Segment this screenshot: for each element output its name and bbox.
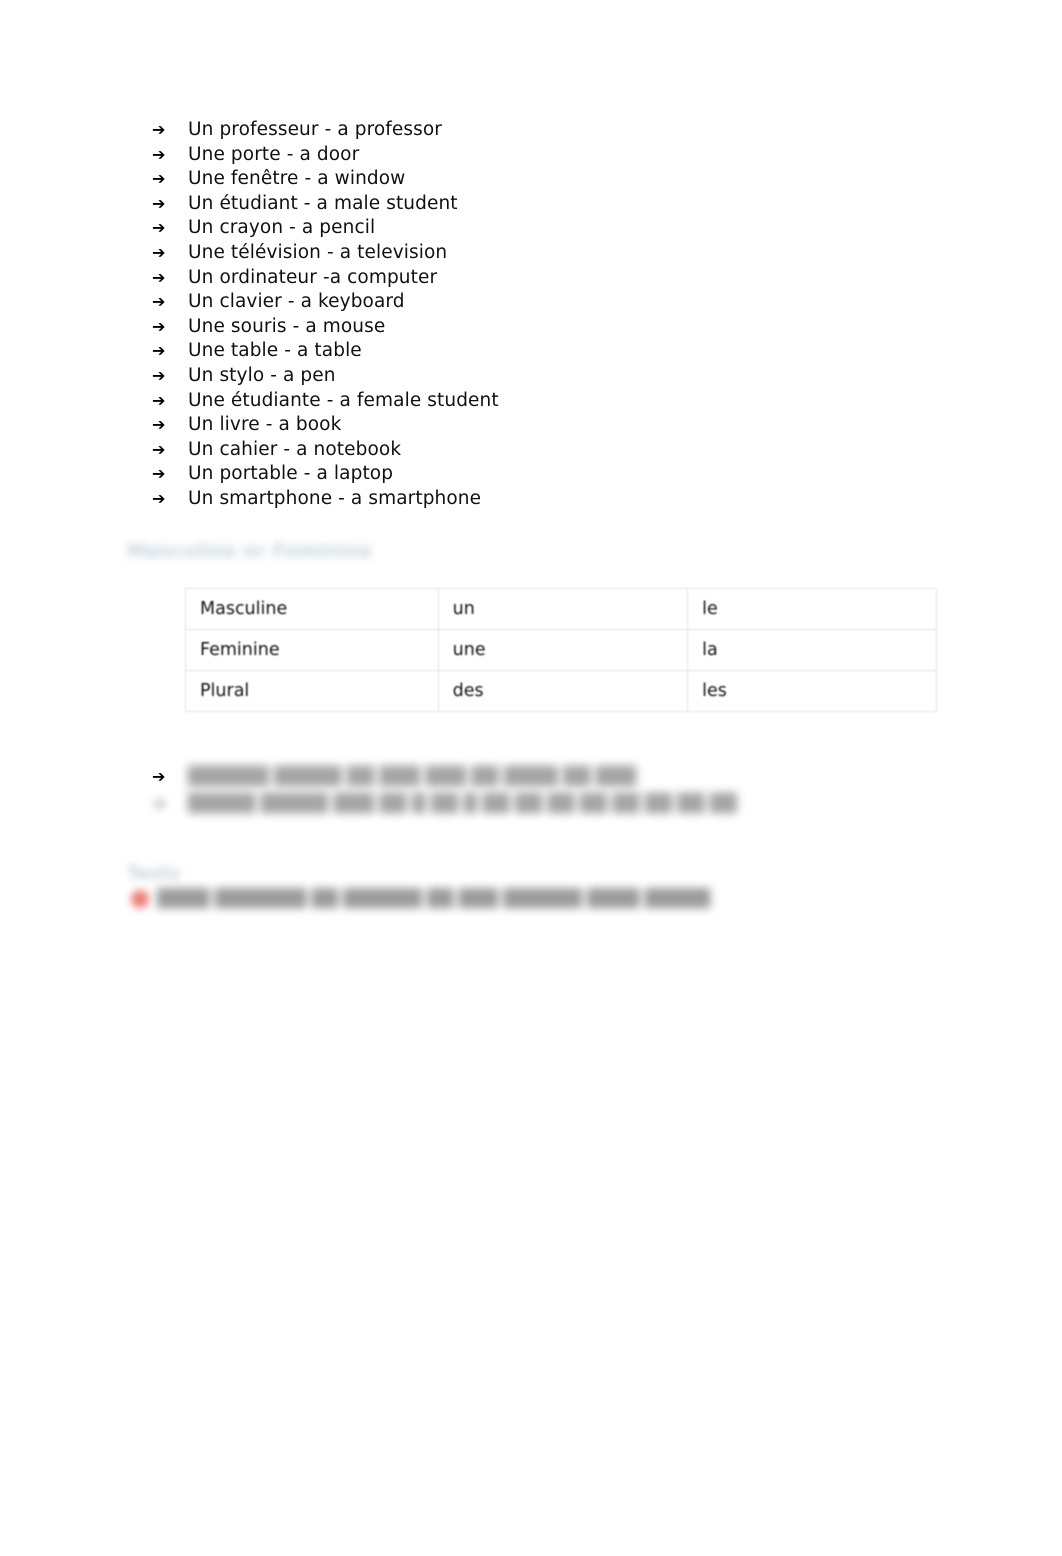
article-table: Masculine un le Feminine une la Plural d… xyxy=(185,588,937,712)
list-item: ➔ Un ordinateur -a computer xyxy=(152,267,912,292)
vocabulary-entry: Un stylo - a pen xyxy=(188,364,336,386)
table-cell-gender: Feminine xyxy=(185,629,439,671)
table-cell-definite: la xyxy=(687,629,937,671)
list-item: ➔ ██████ █████ ██ ███ ███ ██ ████ ██ ███ xyxy=(152,765,852,790)
table-cell-definite: les xyxy=(687,670,937,712)
list-item: ➔ Une télévision - a television xyxy=(152,242,912,267)
arrow-bullet-icon: ➔ xyxy=(152,242,166,262)
arrow-bullet-icon: ➔ xyxy=(152,169,166,189)
arrow-bullet-icon: ➔ xyxy=(152,120,166,139)
vocabulary-entry: Une table - a table xyxy=(188,340,362,362)
document-page: ➔ Un professeur - a professor ➔ Une port… xyxy=(0,0,1062,1556)
vocabulary-entry: Une télévision - a television xyxy=(188,241,448,263)
arrow-bullet-icon: ➔ xyxy=(152,464,166,484)
vocabulary-entry: Un portable - a laptop xyxy=(188,463,394,485)
vocabulary-entry: Un étudiant - a male student xyxy=(188,192,458,214)
list-item: ➔ Une table - a table xyxy=(152,340,912,365)
list-item: ➔ Un stylo - a pen xyxy=(152,365,912,390)
notes-list: ➔ ██████ █████ ██ ███ ███ ██ ████ ██ ███… xyxy=(152,765,852,820)
list-item: ➔ Un cahier - a notebook xyxy=(152,439,912,464)
list-item: ➔ Un smartphone - a smartphone xyxy=(152,488,912,513)
list-item: ➔ Un clavier - a keyboard xyxy=(152,291,912,316)
arrow-bullet-icon: ➔ xyxy=(152,415,166,435)
arrow-bullet-icon: ➔ xyxy=(152,439,166,459)
list-item: ➔ █████ █████ ███ ██ █ ██ █ ██ ██ ██ ██ … xyxy=(152,792,852,817)
arrow-bullet-icon: ➔ xyxy=(152,218,166,238)
note-text: ██████ █████ ██ ███ ███ ██ ████ ██ ███ xyxy=(188,767,637,787)
vocabulary-entry: Une porte - a door xyxy=(188,143,360,165)
arrow-bullet-icon: ➔ xyxy=(152,316,166,336)
note-text: █████ █████ ███ ██ █ ██ █ ██ ██ ██ ██ ██… xyxy=(188,794,737,815)
list-item: ➔ Une porte - a door xyxy=(152,144,912,169)
list-item: ➔ Une fenêtre - a window xyxy=(152,168,912,193)
arrow-bullet-icon: ➔ xyxy=(152,365,166,385)
vocabulary-entry: Une souris - a mouse xyxy=(188,315,386,337)
table-row: Plural des les xyxy=(185,670,937,712)
table-cell-indefinite: une xyxy=(437,629,689,671)
list-item: ➔ Un portable - a laptop xyxy=(152,463,912,488)
vocabulary-list: ➔ Un professeur - a professor ➔ Une port… xyxy=(152,119,912,513)
list-item: ➔ Un crayon - a pencil xyxy=(152,217,912,242)
arrow-bullet-icon: ➔ xyxy=(152,767,166,786)
list-item: ➔ Une souris - a mouse xyxy=(152,316,912,341)
vocabulary-entry: Un smartphone - a smartphone xyxy=(188,487,482,509)
arrow-bullet-icon: ➔ xyxy=(152,292,166,312)
table-cell-definite: le xyxy=(687,588,937,630)
list-item: ➔ Un professeur - a professor xyxy=(152,119,912,144)
arrow-bullet-icon: ➔ xyxy=(152,267,166,287)
vocabulary-entry: Un professeur - a professor xyxy=(188,119,443,140)
vocabulary-entry: Une étudiante - a female student xyxy=(188,389,499,411)
table-row: Feminine une la xyxy=(185,629,937,671)
vocabulary-entry: Un ordinateur -a computer xyxy=(188,266,438,288)
vocabulary-entry: Un crayon - a pencil xyxy=(188,217,376,239)
arrow-bullet-icon: ➔ xyxy=(152,193,166,213)
section-heading-gender: Masculine or Feminine xyxy=(127,540,372,562)
vocabulary-entry: Un cahier - a notebook xyxy=(188,438,402,460)
arrow-bullet-icon: ➔ xyxy=(152,341,166,361)
section-heading-tests: Tests xyxy=(127,863,181,884)
table-cell-gender: Plural xyxy=(185,670,439,712)
list-item: ➔ Un étudiant - a male student xyxy=(152,193,912,218)
arrow-bullet-icon: ➔ xyxy=(152,488,166,508)
vocabulary-entry: Un livre - a book xyxy=(188,414,342,436)
list-item: ➔ Une étudiante - a female student xyxy=(152,390,912,415)
arrow-bullet-icon: ➔ xyxy=(152,794,166,814)
arrow-bullet-icon: ➔ xyxy=(152,390,166,410)
table-row: Masculine un le xyxy=(185,588,937,630)
table-cell-gender: Masculine xyxy=(185,588,439,630)
vocabulary-entry: Un clavier - a keyboard xyxy=(188,291,405,313)
table-cell-indefinite: un xyxy=(437,588,689,630)
alert-text: ████ ███████ ██ ██████ ██ ███ ██████ ███… xyxy=(157,889,711,909)
red-dot-icon xyxy=(131,890,149,908)
alert-line: ████ ███████ ██ ██████ ██ ███ ██████ ███… xyxy=(131,889,710,909)
arrow-bullet-icon: ➔ xyxy=(152,144,166,164)
table-cell-indefinite: des xyxy=(437,670,689,712)
list-item: ➔ Un livre - a book xyxy=(152,414,912,439)
vocabulary-entry: Une fenêtre - a window xyxy=(188,168,406,190)
